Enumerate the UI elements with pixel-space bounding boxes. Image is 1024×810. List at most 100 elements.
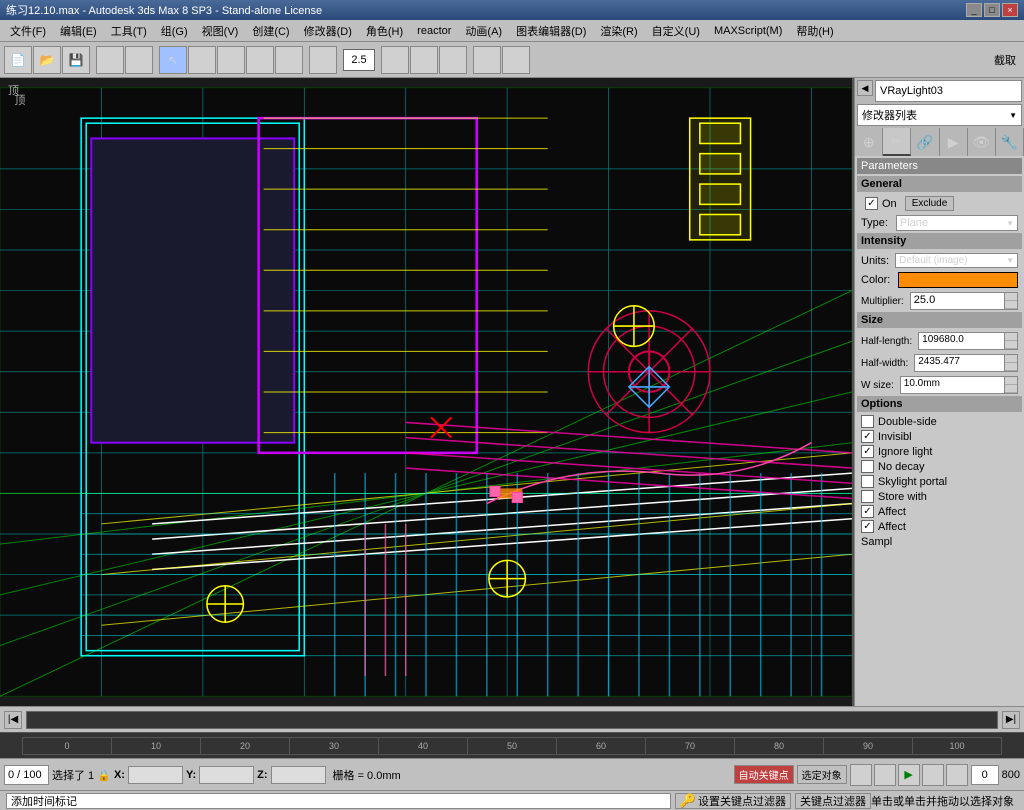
affect2-checkbox[interactable]: Affect xyxy=(857,519,1022,534)
prev-frame-button[interactable]: ◀ xyxy=(874,764,896,786)
on-checkbox-box[interactable] xyxy=(865,197,878,210)
half-width-up[interactable]: ▲ xyxy=(1005,355,1017,363)
units-dropdown[interactable]: Default (image) ▼ xyxy=(895,253,1018,268)
store-with-box[interactable] xyxy=(861,490,874,503)
tab-utilities[interactable]: 🔧 xyxy=(996,128,1024,156)
redo-btn[interactable]: ↪ xyxy=(125,46,153,74)
select-region-btn[interactable]: ⬚ xyxy=(188,46,216,74)
exclude-button[interactable]: Exclude xyxy=(905,196,955,211)
menu-item-v[interactable]: 视图(V) xyxy=(196,21,245,41)
no-decay-checkbox[interactable]: No decay xyxy=(857,459,1022,474)
object-name-field[interactable] xyxy=(875,80,1022,102)
maximize-button[interactable]: □ xyxy=(984,3,1000,17)
invisible-checkbox[interactable]: Invisibl xyxy=(857,429,1022,444)
close-button[interactable]: × xyxy=(1002,3,1018,17)
half-width-spinbox[interactable]: 2435.477 ▲ ▼ xyxy=(914,354,1018,372)
invisible-box[interactable] xyxy=(861,430,874,443)
affect1-checkbox[interactable]: Affect xyxy=(857,504,1022,519)
menu-item-d[interactable]: 修改器(D) xyxy=(298,21,358,41)
half-length-down[interactable]: ▼ xyxy=(1005,341,1017,349)
close-key-button[interactable]: 关键点过滤器 xyxy=(795,793,871,809)
window-controls[interactable]: _ □ × xyxy=(966,3,1018,17)
menu-item-reactor[interactable]: reactor xyxy=(411,23,457,39)
align-btn[interactable]: ≡ xyxy=(502,46,530,74)
z-coord-field[interactable] xyxy=(271,766,326,784)
multiplier-up[interactable]: ▲ xyxy=(1005,293,1017,301)
angle-snap-btn[interactable]: ∠ xyxy=(410,46,438,74)
timeline-go-end[interactable]: ▶| xyxy=(1002,711,1020,729)
ignore-light-checkbox[interactable]: Ignore light xyxy=(857,444,1022,459)
on-checkbox[interactable]: On xyxy=(861,196,901,211)
tab-display[interactable]: 👁 xyxy=(968,128,996,156)
timeline-go-start[interactable]: |◀ xyxy=(4,711,22,729)
keyframe-bar[interactable]: 0 10 20 30 40 50 60 70 80 90 100 xyxy=(22,737,1002,755)
no-decay-box[interactable] xyxy=(861,460,874,473)
skylight-box[interactable] xyxy=(861,475,874,488)
affect2-box[interactable] xyxy=(861,520,874,533)
tab-motion[interactable]: ▶ xyxy=(940,128,968,156)
next-frame-button[interactable]: ▶ xyxy=(922,764,944,786)
type-dropdown[interactable]: Plane ▼ xyxy=(896,215,1018,231)
rotate-btn[interactable]: ↻ xyxy=(246,46,274,74)
color-row: Color: xyxy=(857,270,1022,290)
color-swatch[interactable] xyxy=(898,272,1018,288)
minimize-button[interactable]: _ xyxy=(966,3,982,17)
panel-nav-prev[interactable]: ◀ xyxy=(857,80,873,96)
play-button[interactable]: ▶ xyxy=(898,764,920,786)
mirror-btn[interactable]: ⟺ xyxy=(473,46,501,74)
tab-hierarchy[interactable]: 🔗 xyxy=(911,128,939,156)
open-btn[interactable]: 📂 xyxy=(33,46,61,74)
zoom-input[interactable] xyxy=(343,49,375,71)
snap-btn[interactable]: ⊞ xyxy=(381,46,409,74)
move-btn[interactable]: ✛ xyxy=(217,46,245,74)
select-btn[interactable]: ↖ xyxy=(159,46,187,74)
menu-item-f[interactable]: 文件(F) xyxy=(4,21,52,41)
menu-item-d[interactable]: 图表编辑器(D) xyxy=(510,21,592,41)
ignore-light-box[interactable] xyxy=(861,445,874,458)
new-btn[interactable]: 📄 xyxy=(4,46,32,74)
goto-start-button[interactable]: |◀ xyxy=(850,764,872,786)
menu-item-c[interactable]: 创建(C) xyxy=(246,21,295,41)
x-coord-field[interactable] xyxy=(128,766,183,784)
menu-item-h[interactable]: 角色(H) xyxy=(360,21,409,41)
menu-item-g[interactable]: 组(G) xyxy=(155,21,194,41)
timeline-track[interactable] xyxy=(26,711,998,729)
multiplier-spinbox[interactable]: 25.0 ▲ ▼ xyxy=(910,292,1018,310)
double-side-box[interactable] xyxy=(861,415,874,428)
y-label: Y: xyxy=(186,769,196,781)
half-length-up[interactable]: ▲ xyxy=(1005,333,1017,341)
wsize-spinbox[interactable]: 10.0mm ▲ ▼ xyxy=(900,376,1018,394)
undo-btn[interactable]: ↩ xyxy=(96,46,124,74)
tab-modify[interactable]: ✏ xyxy=(883,128,911,156)
skylight-checkbox[interactable]: Skylight portal xyxy=(857,474,1022,489)
menu-item-r[interactable]: 渲染(R) xyxy=(594,21,643,41)
viewport-area[interactable]: 顶 xyxy=(0,78,854,706)
viewport-label: 顶 xyxy=(8,82,19,98)
tab-create[interactable]: ⊕ xyxy=(855,128,883,156)
track-bar[interactable]: 0 10 20 30 40 50 60 70 80 90 100 xyxy=(0,732,1024,758)
set-key-button[interactable]: 🔑 设置关键点过滤器 xyxy=(675,793,791,809)
menu-item-t[interactable]: 工具(T) xyxy=(105,21,153,41)
store-with-checkbox[interactable]: Store with xyxy=(857,489,1022,504)
affect1-box[interactable] xyxy=(861,505,874,518)
modifier-stack-dropdown[interactable]: 修改器列表 ▼ xyxy=(857,104,1022,126)
wsize-up[interactable]: ▲ xyxy=(1005,377,1017,385)
menu-item-e[interactable]: 编辑(E) xyxy=(54,21,103,41)
y-coord-field[interactable] xyxy=(199,766,254,784)
wsize-down[interactable]: ▼ xyxy=(1005,385,1017,393)
menu-item-a[interactable]: 动画(A) xyxy=(459,21,508,41)
add-time-marker[interactable]: 添加时间标记 xyxy=(6,793,671,809)
percent-snap-btn[interactable]: % xyxy=(439,46,467,74)
double-side-checkbox[interactable]: Double-side xyxy=(857,414,1022,429)
save-btn[interactable]: 💾 xyxy=(62,46,90,74)
scale-btn[interactable]: ⤢ xyxy=(275,46,303,74)
menu-item-h[interactable]: 帮助(H) xyxy=(790,21,839,41)
menu-item-maxscriptm[interactable]: MAXScript(M) xyxy=(708,23,788,39)
half-length-spinbox[interactable]: 109680.0 ▲ ▼ xyxy=(918,332,1018,350)
key-icon: 🔑 xyxy=(680,793,696,809)
half-width-down[interactable]: ▼ xyxy=(1005,363,1017,371)
goto-end-button[interactable]: ▶| xyxy=(946,764,968,786)
menu-item-u[interactable]: 自定义(U) xyxy=(646,21,706,41)
viewport-btn[interactable]: 顶 xyxy=(309,46,337,74)
multiplier-down[interactable]: ▼ xyxy=(1005,301,1017,309)
